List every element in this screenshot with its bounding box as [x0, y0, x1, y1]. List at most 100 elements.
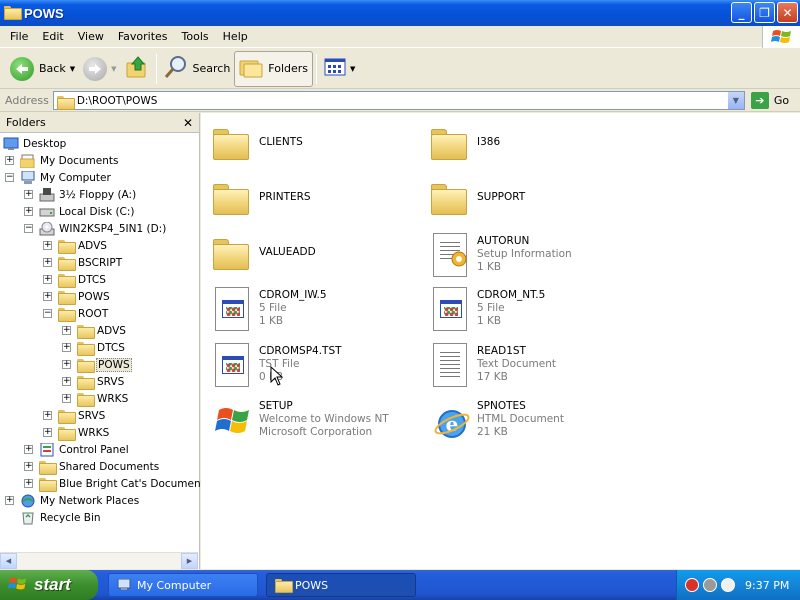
expand-icon[interactable]: +: [62, 343, 71, 352]
go-button[interactable]: ➔ Go: [750, 92, 789, 109]
menu-tools[interactable]: Tools: [175, 30, 216, 43]
menu-file[interactable]: File: [3, 30, 35, 43]
file-detail: 21 KB: [477, 426, 508, 438]
address-input[interactable]: D:\ROOT\POWS ▼: [52, 91, 745, 110]
file-item[interactable]: CDROM_IW.5 5 File 1 KB: [211, 285, 411, 333]
expand-icon[interactable]: +: [5, 496, 14, 505]
file-item[interactable]: I386: [429, 121, 629, 169]
tree-item[interactable]: Recycle Bin: [5, 509, 102, 526]
file-item[interactable]: PRINTERS: [211, 176, 411, 224]
tree-item[interactable]: + ADVS: [62, 322, 127, 339]
tree-item[interactable]: + WRKS: [62, 390, 129, 407]
views-dropdown-icon[interactable]: ▼: [350, 65, 355, 73]
folder-icon: [275, 579, 293, 593]
forward-dropdown-icon[interactable]: ▼: [111, 65, 116, 73]
folders-button[interactable]: Folders: [234, 50, 314, 87]
folder-icon: [58, 273, 76, 288]
close-button[interactable]: ✕: [777, 2, 798, 23]
views-button[interactable]: ▼: [320, 51, 359, 87]
file-item[interactable]: AUTORUN Setup Information 1 KB: [429, 231, 629, 279]
folder-icon: [77, 392, 95, 407]
expand-icon[interactable]: +: [24, 207, 33, 216]
folder-icon: [58, 239, 76, 254]
expand-icon[interactable]: +: [43, 428, 52, 437]
volume-icon[interactable]: [721, 578, 735, 592]
start-button[interactable]: start: [0, 570, 98, 600]
scroll-right-button[interactable]: ▶: [181, 553, 198, 569]
expand-icon[interactable]: +: [62, 360, 71, 369]
file-item[interactable]: VALUEADD: [211, 231, 411, 279]
maximize-button[interactable]: ❐: [754, 2, 775, 23]
tree-item[interactable]: + SRVS: [62, 373, 125, 390]
folder-icon: [58, 307, 76, 322]
tree-item-label: POWS: [96, 357, 132, 372]
expand-icon[interactable]: +: [5, 156, 14, 165]
expand-icon[interactable]: +: [62, 326, 71, 335]
file-item[interactable]: CDROMSP4.TSTTST File0 KB: [211, 341, 411, 389]
file-item[interactable]: e SPNOTES HTML Document 21 KB: [429, 396, 629, 444]
expand-icon[interactable]: +: [43, 411, 52, 420]
file-item[interactable]: READ1ST Text Document 17 KB: [429, 341, 629, 389]
expand-icon[interactable]: +: [43, 258, 52, 267]
expand-icon[interactable]: +: [62, 377, 71, 386]
file-item[interactable]: CLIENTS: [211, 121, 411, 169]
tree-item[interactable]: + SRVS: [43, 407, 106, 424]
tree-item[interactable]: + My Documents: [5, 152, 119, 169]
scroll-left-button[interactable]: ◀: [0, 553, 17, 569]
folder-icon: [56, 95, 75, 110]
tree-item[interactable]: + My Network Places: [5, 492, 140, 509]
collapse-icon[interactable]: −: [43, 309, 52, 318]
address-dropdown-button[interactable]: ▼: [726, 92, 744, 109]
menu-help[interactable]: Help: [216, 30, 255, 43]
expand-icon[interactable]: +: [62, 394, 71, 403]
tree-item[interactable]: + Control Panel: [24, 441, 130, 458]
tree-item[interactable]: Desktop: [3, 135, 67, 152]
security-alert-icon[interactable]: [685, 578, 699, 592]
generic-file-icon: [429, 285, 473, 333]
up-button[interactable]: [121, 51, 153, 87]
tree-item[interactable]: + WRKS: [43, 424, 110, 441]
folders-pane-close-button[interactable]: ✕: [183, 116, 193, 130]
expand-icon[interactable]: +: [24, 445, 33, 454]
file-item[interactable]: SUPPORT: [429, 176, 629, 224]
taskbar-item-pows[interactable]: POWS: [266, 573, 416, 597]
expand-icon[interactable]: +: [24, 479, 33, 488]
file-item[interactable]: SETUP Welcome to Windows NT Microsoft Corp…: [211, 396, 411, 444]
control-panel-icon: [39, 442, 55, 457]
tree-item[interactable]: + DTCS: [62, 339, 126, 356]
tree-item[interactable]: − WIN2KSP4_5IN1 (D:): [24, 220, 167, 237]
tree-item[interactable]: + Shared Documents: [24, 458, 160, 475]
horizontal-scrollbar[interactable]: ◀ ▶: [0, 552, 198, 569]
taskbar: start My Computer POWS 9:37 PM: [0, 570, 800, 600]
expand-icon[interactable]: +: [43, 275, 52, 284]
tree-item[interactable]: + POWS: [43, 288, 111, 305]
tree-item[interactable]: − ROOT: [43, 305, 109, 322]
tree-item[interactable]: + Local Disk (C:): [24, 203, 136, 220]
tree-item[interactable]: + BSCRIPT: [43, 254, 123, 271]
tree-item[interactable]: + DTCS: [43, 271, 107, 288]
tree-item[interactable]: + Blue Bright Cat's Documents: [24, 475, 211, 492]
search-button[interactable]: Search: [160, 51, 235, 87]
tree-item[interactable]: + ADVS: [43, 237, 108, 254]
expand-icon[interactable]: +: [24, 462, 33, 471]
back-button[interactable]: Back ▼: [6, 51, 79, 87]
tree-item[interactable]: +3½ Floppy (A:): [24, 186, 137, 203]
taskbar-item-my-computer[interactable]: My Computer: [108, 573, 258, 597]
back-dropdown-icon[interactable]: ▼: [70, 65, 75, 73]
expand-icon[interactable]: +: [43, 292, 52, 301]
minimize-button[interactable]: _: [731, 2, 752, 23]
expand-icon[interactable]: +: [24, 190, 33, 199]
title-bar[interactable]: POWS _ ❐ ✕: [0, 0, 800, 26]
collapse-icon[interactable]: −: [5, 173, 14, 182]
tree-item[interactable]: + POWS: [62, 356, 132, 373]
folders-label: Folders: [268, 62, 309, 75]
file-item[interactable]: CDROM_NT.5 5 File 1 KB: [429, 285, 629, 333]
forward-button[interactable]: ▼: [79, 51, 120, 87]
expand-icon[interactable]: +: [43, 241, 52, 250]
collapse-icon[interactable]: −: [24, 224, 33, 233]
menu-view[interactable]: View: [71, 30, 111, 43]
menu-edit[interactable]: Edit: [35, 30, 70, 43]
menu-favorites[interactable]: Favorites: [111, 30, 175, 43]
tree-item[interactable]: − My Computer: [5, 169, 112, 186]
network-icon[interactable]: [703, 578, 717, 592]
